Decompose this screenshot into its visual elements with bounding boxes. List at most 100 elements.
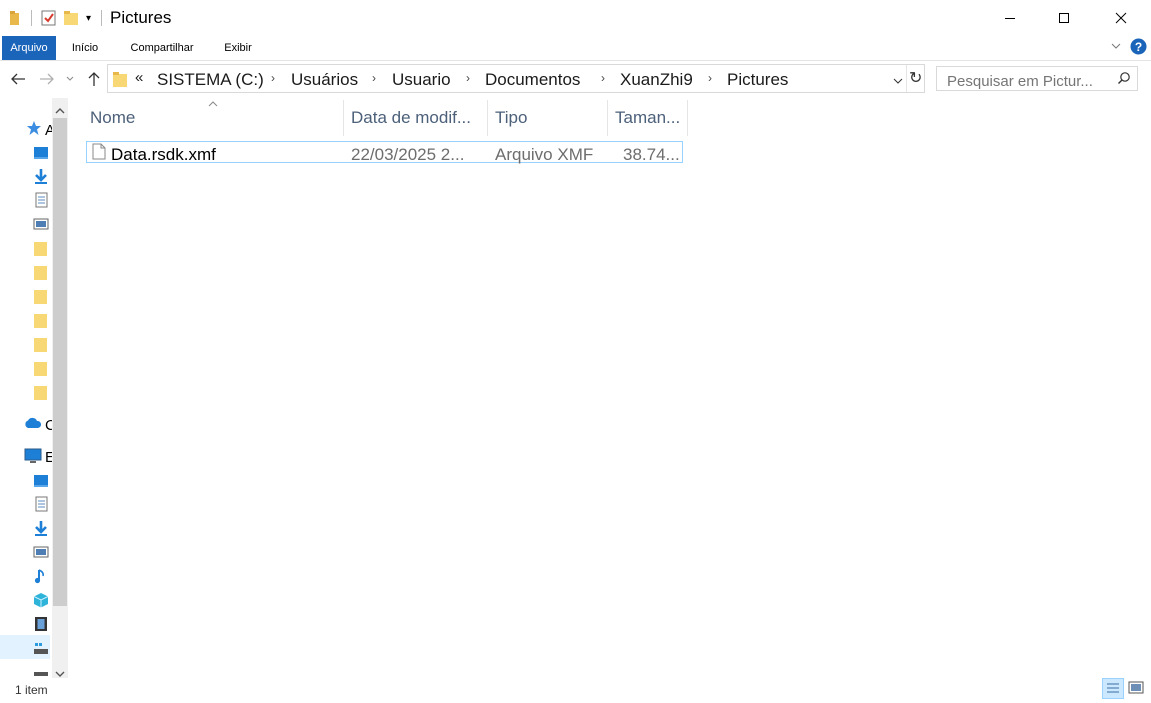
minimize-icon	[1005, 18, 1015, 19]
drive-icon[interactable]	[33, 664, 49, 676]
chevron-right-icon[interactable]: ›	[372, 71, 376, 85]
search-icon[interactable]	[1117, 71, 1131, 90]
svg-text:?: ?	[1135, 40, 1142, 54]
folder-icon[interactable]	[33, 240, 49, 256]
desktop-icon[interactable]	[33, 473, 49, 489]
forward-arrow-icon	[40, 73, 54, 85]
desktop-icon[interactable]	[33, 145, 49, 161]
downloads-icon[interactable]	[33, 168, 49, 184]
chevron-right-icon[interactable]: ›	[271, 71, 275, 85]
up-arrow-icon	[88, 72, 100, 86]
folder-icon[interactable]	[33, 360, 49, 376]
chevron-down-icon	[893, 78, 903, 84]
file-date: 22/03/2025 2...	[351, 145, 465, 164]
column-header-type[interactable]: Tipo	[495, 108, 527, 130]
tab-exibir[interactable]: Exibir	[216, 36, 260, 60]
documents-icon[interactable]	[33, 192, 49, 208]
nav-scrollbar-thumb[interactable]	[53, 118, 67, 606]
local-disk-icon[interactable]	[33, 640, 49, 656]
chevron-right-icon[interactable]: ›	[466, 71, 470, 85]
breadcrumb-usuario[interactable]: Usuario	[392, 70, 451, 90]
customize-quick-access-icon[interactable]: ▾	[86, 13, 91, 24]
file-list	[68, 98, 1151, 678]
breadcrumb-pictures[interactable]: Pictures	[727, 70, 788, 90]
toolbar-divider	[31, 10, 32, 26]
folder-icon[interactable]	[33, 384, 49, 400]
file-size: 38.74...	[623, 145, 680, 164]
quick-access-icon[interactable]	[26, 120, 42, 141]
column-divider[interactable]	[343, 100, 344, 136]
close-button[interactable]	[1098, 0, 1144, 36]
address-bar[interactable]: « SISTEMA (C:) › Usuários › Usuario › Do…	[107, 64, 925, 93]
column-header-name[interactable]: Nome	[90, 108, 135, 130]
folder-icon[interactable]	[33, 264, 49, 280]
maximize-icon	[1059, 13, 1069, 23]
pictures-icon[interactable]	[33, 544, 49, 560]
folder-icon	[10, 11, 20, 30]
breadcrumb-sistema[interactable]: SISTEMA (C:)	[157, 70, 264, 90]
title-bar: ▾ Pictures	[0, 0, 1151, 36]
sort-ascending-icon	[208, 95, 218, 113]
recent-locations-button[interactable]	[63, 69, 77, 89]
3d-objects-icon[interactable]	[33, 592, 49, 608]
chevron-right-icon[interactable]: ›	[708, 71, 712, 85]
address-row: « SISTEMA (C:) › Usuários › Usuario › Do…	[0, 61, 1151, 98]
search-box[interactable]	[936, 66, 1138, 91]
breadcrumb-documentos[interactable]: Documentos	[485, 70, 580, 90]
column-header-size[interactable]: Taman...	[615, 108, 680, 130]
breadcrumb-xuanzhi9[interactable]: XuanZhi9	[620, 70, 693, 90]
videos-icon[interactable]	[33, 616, 49, 632]
search-input[interactable]	[947, 73, 1107, 90]
music-icon[interactable]	[33, 568, 49, 584]
window-title: Pictures	[110, 8, 172, 27]
up-button[interactable]	[84, 69, 104, 89]
column-header-date[interactable]: Data de modif...	[351, 108, 471, 130]
large-icons-view-icon	[1128, 681, 1144, 694]
pictures-icon[interactable]	[33, 216, 49, 232]
divider	[906, 65, 907, 92]
this-pc-icon[interactable]	[24, 448, 42, 469]
folder-icon	[113, 71, 128, 92]
scroll-up-icon[interactable]	[55, 102, 65, 120]
column-divider[interactable]	[687, 100, 688, 136]
minimize-button[interactable]	[987, 0, 1033, 36]
address-overflow[interactable]: «	[135, 69, 143, 86]
file-row[interactable]: Data.rsdk.xmf 22/03/2025 2... Arquivo XM…	[86, 141, 683, 165]
forward-button[interactable]	[37, 69, 57, 89]
tab-arquivo[interactable]: Arquivo	[2, 36, 56, 60]
downloads-icon[interactable]	[33, 520, 49, 536]
chevron-right-icon[interactable]: ›	[601, 71, 605, 85]
folder-icon[interactable]	[33, 336, 49, 352]
ribbon-tabs: Arquivo Início Compartilhar Exibir ?	[0, 36, 1151, 61]
chevron-down-icon	[66, 76, 74, 81]
new-folder-icon[interactable]	[63, 10, 79, 31]
tab-compartilhar[interactable]: Compartilhar	[122, 36, 202, 60]
tab-inicio[interactable]: Início	[62, 36, 108, 60]
details-view-icon	[1107, 683, 1119, 693]
properties-icon[interactable]	[41, 10, 57, 31]
file-icon	[92, 143, 106, 165]
close-icon	[1115, 12, 1127, 24]
help-icon[interactable]: ?	[1130, 38, 1147, 60]
navigation-pane: A C E	[0, 98, 68, 678]
address-history-dropdown[interactable]	[892, 74, 904, 92]
item-count: 1 item	[15, 683, 48, 697]
folder-icon[interactable]	[33, 312, 49, 328]
breadcrumb-usuarios[interactable]: Usuários	[291, 70, 358, 90]
folder-icon[interactable]	[33, 288, 49, 304]
column-divider[interactable]	[487, 100, 488, 136]
file-type: Arquivo XMF	[495, 145, 594, 164]
file-name[interactable]: Data.rsdk.xmf	[111, 145, 216, 165]
toolbar-divider	[101, 10, 102, 26]
back-arrow-icon	[11, 73, 25, 85]
column-divider[interactable]	[607, 100, 608, 136]
status-bar: 1 item	[0, 678, 1151, 702]
maximize-button[interactable]	[1041, 0, 1087, 36]
refresh-icon[interactable]: ↻	[909, 68, 922, 88]
expand-ribbon-icon[interactable]	[1110, 40, 1122, 55]
details-view-button[interactable]	[1102, 678, 1124, 699]
large-icons-view-button[interactable]	[1128, 681, 1144, 700]
back-button[interactable]	[8, 69, 28, 89]
documents-icon[interactable]	[33, 496, 49, 512]
onedrive-icon[interactable]	[24, 416, 42, 434]
